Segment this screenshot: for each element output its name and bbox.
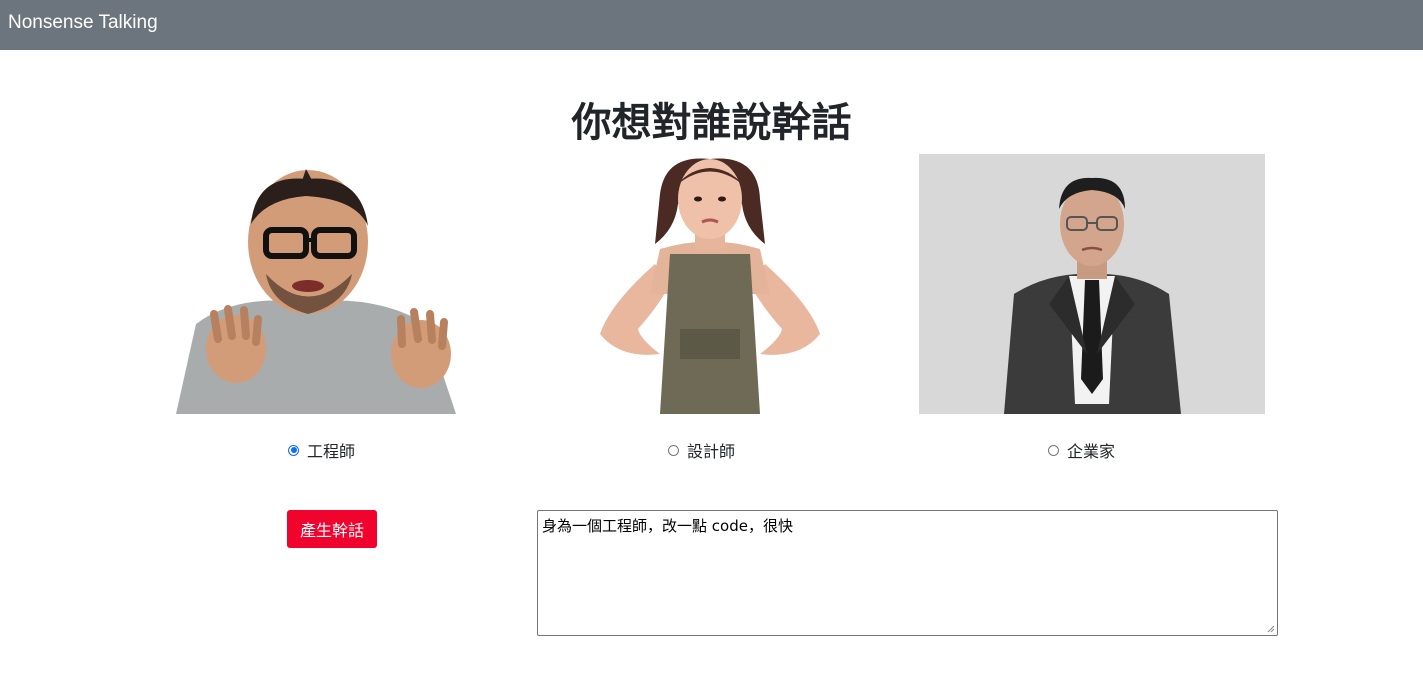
designer-photo <box>560 154 860 414</box>
result-textarea[interactable]: 身為一個工程師，改一點 code，很快 <box>537 510 1278 636</box>
target-option-engineer[interactable]: 工程師 <box>288 440 356 461</box>
entrepreneur-photo <box>919 154 1265 414</box>
engineer-radio[interactable] <box>288 444 299 456</box>
result-text: 身為一個工程師，改一點 code，很快 <box>542 517 793 535</box>
target-option-designer[interactable]: 設計師 <box>668 440 736 461</box>
entrepreneur-label: 企業家 <box>1067 442 1116 461</box>
entrepreneur-radio[interactable] <box>1048 444 1059 456</box>
designer-radio[interactable] <box>668 444 679 456</box>
resize-grip-icon[interactable] <box>1267 625 1275 633</box>
page-title: 你想對誰說幹話 <box>571 100 852 146</box>
engineer-label: 工程師 <box>307 442 356 461</box>
target-option-entrepreneur[interactable]: 企業家 <box>1048 440 1116 461</box>
navbar-brand[interactable]: Nonsense Talking <box>8 11 158 35</box>
engineer-photo <box>156 154 466 414</box>
generate-button[interactable]: 產生幹話 <box>287 510 377 548</box>
designer-label: 設計師 <box>687 442 736 461</box>
navbar: Nonsense Talking <box>0 0 1423 50</box>
